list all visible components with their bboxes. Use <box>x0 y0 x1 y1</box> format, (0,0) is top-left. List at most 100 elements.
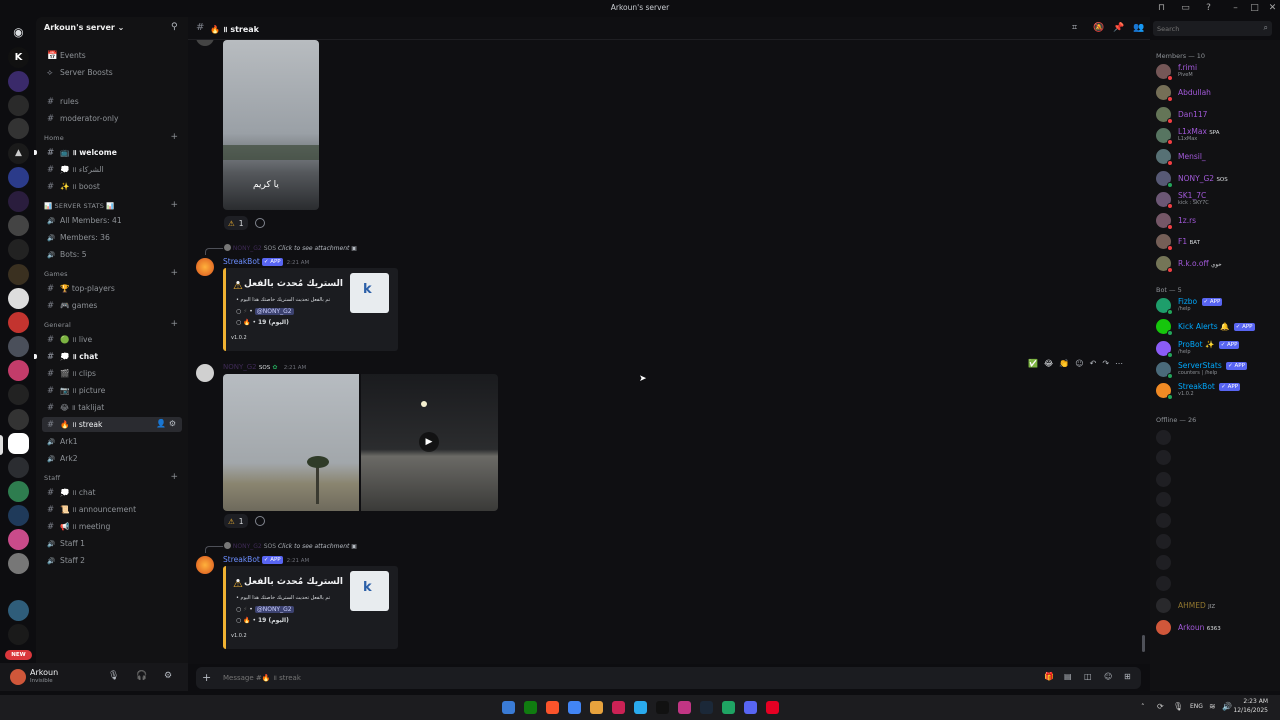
bot-item[interactable]: Fizbo ✓ APP/help <box>1156 296 1276 315</box>
create-channel-icon[interactable]: + <box>170 472 178 482</box>
sidebar-channel[interactable]: 🔊 Ark2 <box>42 451 182 466</box>
monitor-icon[interactable]: ▭ <box>1180 3 1191 13</box>
apps-icon[interactable]: ⊞ <box>1124 672 1131 681</box>
message-input[interactable] <box>223 672 1003 684</box>
server-icon[interactable] <box>8 481 29 502</box>
clock-date[interactable]: 12/16/2025 <box>1232 707 1268 714</box>
create-channel-icon[interactable]: + <box>170 200 178 210</box>
add-attachment-icon[interactable]: + <box>202 671 211 684</box>
sidebar-channel[interactable]: # 🎬 ॥ clips <box>42 366 182 381</box>
category-header[interactable]: Home <box>44 134 64 142</box>
server-icon[interactable] <box>8 600 29 621</box>
member-item[interactable]: Abdullah <box>1156 83 1276 103</box>
server-icon[interactable] <box>8 360 29 381</box>
scrollbar-thumb[interactable] <box>1142 635 1145 652</box>
member-item[interactable]: SK1_7C kick : SKY7C <box>1156 190 1276 209</box>
sidebar-channel[interactable]: # 😂 ॥ taklijat <box>42 400 182 415</box>
bot-item[interactable]: StreakBot ✓ APP v1.0.2 <box>1156 381 1276 401</box>
discord-icon[interactable] <box>744 701 757 714</box>
sidebar-channel[interactable]: 🔊 All Members: 41 <box>42 213 182 228</box>
avatar[interactable] <box>1156 534 1171 549</box>
server-icon[interactable] <box>8 505 29 526</box>
tray-chevron-icon[interactable]: ˄ <box>1141 703 1145 711</box>
sidebar-channel[interactable]: # 📺 ॥ welcome <box>34 145 182 160</box>
server-icon[interactable]: K <box>8 47 29 68</box>
search-box[interactable]: ⌕ <box>1153 21 1272 36</box>
headphones-icon[interactable]: 🎧 <box>136 671 147 681</box>
sidebar-channel[interactable]: 🔊 Staff 2 <box>42 553 182 568</box>
server-icon[interactable] <box>8 167 29 188</box>
embed-thumbnail[interactable]: k <box>350 571 389 611</box>
forward-icon[interactable]: ↷ <box>1102 359 1109 368</box>
server-icon[interactable] <box>8 118 29 139</box>
more-icon[interactable]: ⋯ <box>1115 359 1123 368</box>
discord-home-icon[interactable]: ◉ <box>8 22 29 43</box>
app-icon[interactable] <box>722 701 735 714</box>
minimize-icon[interactable]: – <box>1230 3 1241 13</box>
author-name[interactable]: NONY_G2 <box>223 363 257 371</box>
server-icon[interactable] <box>8 312 29 333</box>
bot-item[interactable]: ProBot ✨ ✓ APP/help <box>1156 339 1276 358</box>
video-attachment[interactable]: ▶ <box>361 374 498 511</box>
category-header[interactable]: Games <box>44 270 68 278</box>
sidebar-channel[interactable]: # 💭 ॥ الشركاء <box>42 162 182 177</box>
gif-icon[interactable]: ▤ <box>1064 672 1072 681</box>
sidebar-channel[interactable]: 🔊 Bots: 5 <box>42 247 182 262</box>
sidebar-channel[interactable]: # 💭 ॥ chat <box>42 485 182 500</box>
avatar[interactable] <box>1156 472 1171 487</box>
avatar[interactable] <box>1156 430 1171 445</box>
sidebar-channel[interactable]: # 📷 ॥ picture <box>42 383 182 398</box>
reaction[interactable]: ⚠ 1 <box>224 216 248 230</box>
brave-icon[interactable] <box>546 701 559 714</box>
tiktok-icon[interactable] <box>656 701 669 714</box>
avatar[interactable] <box>196 40 214 46</box>
avatar[interactable] <box>1156 450 1171 465</box>
windows-start-icon[interactable] <box>502 701 515 714</box>
server-icon[interactable] <box>8 288 29 309</box>
user-name[interactable]: Arkoun <box>30 668 58 677</box>
bot-item[interactable]: Kick Alerts 🔔 ✓ APP <box>1156 317 1276 337</box>
user-mention[interactable]: @NONY_G2 <box>254 606 294 613</box>
add-reaction-icon[interactable] <box>255 218 265 228</box>
avatar[interactable] <box>1156 513 1171 528</box>
member-item[interactable]: 1z.rs <box>1156 211 1276 231</box>
sidebar-channel[interactable]: # rules <box>42 94 182 109</box>
bot-avatar[interactable] <box>196 258 214 276</box>
author-name[interactable]: StreakBot <box>223 555 260 564</box>
sidebar-channel[interactable]: # 📢 ॥ meeting <box>42 519 182 534</box>
avatar[interactable] <box>1156 492 1171 507</box>
server-icon[interactable] <box>8 457 29 478</box>
sidebar-channel[interactable]: # 💭 ॥ chat <box>34 349 182 364</box>
sidebar-channel[interactable]: # 📜 ॥ announcement <box>42 502 182 517</box>
sidebar-channel[interactable]: # 🔥 ॥ streak 👤 ⚙ <box>42 417 182 432</box>
server-icon[interactable]: ▲ <box>8 143 29 164</box>
settings-gear-icon[interactable]: ⚙ <box>164 671 172 681</box>
category-header[interactable]: 📊 SERVER STATS 📊 <box>44 202 115 210</box>
server-icon[interactable] <box>8 95 29 116</box>
create-channel-icon[interactable]: + <box>170 268 178 278</box>
server-icon[interactable] <box>8 553 29 574</box>
clap-reaction-icon[interactable]: 👏 <box>1059 359 1069 368</box>
sidebar-channel[interactable]: # 🟢 ॥ live <box>42 332 182 347</box>
avatar[interactable] <box>196 364 214 382</box>
inbox-icon[interactable]: ⊓ <box>1156 3 1167 13</box>
maximize-icon[interactable]: □ <box>1249 3 1260 13</box>
tray-mic-icon[interactable]: 🎙 <box>1173 702 1183 711</box>
pin-icon[interactable]: 📌 <box>1113 23 1124 33</box>
sidebar-channel[interactable]: ⟡ Server Boosts <box>42 65 182 80</box>
server-icon[interactable] <box>8 529 29 550</box>
clock-time[interactable]: 2:23 AM <box>1238 698 1268 705</box>
add-reaction-icon[interactable]: ☺ <box>1075 359 1083 368</box>
server-icon-active[interactable] <box>8 433 29 454</box>
sidebar-channel[interactable]: # ✨ ॥ boost <box>42 179 182 194</box>
member-item[interactable]: AHMED JIZ <box>1156 596 1276 614</box>
reaction[interactable]: ⚠ 1 <box>224 514 248 528</box>
image-attachment[interactable]: يا كريم <box>223 40 319 210</box>
create-channel-icon[interactable]: + <box>170 319 178 329</box>
sticker-icon[interactable]: ◫ <box>1084 672 1092 681</box>
invite-icon[interactable]: ⚲ <box>171 22 178 32</box>
telegram-icon[interactable] <box>634 701 647 714</box>
add-reaction-icon[interactable] <box>255 516 265 526</box>
sidebar-channel[interactable]: 📅 Events <box>42 48 182 63</box>
sidebar-channel[interactable]: # moderator-only <box>42 111 182 126</box>
